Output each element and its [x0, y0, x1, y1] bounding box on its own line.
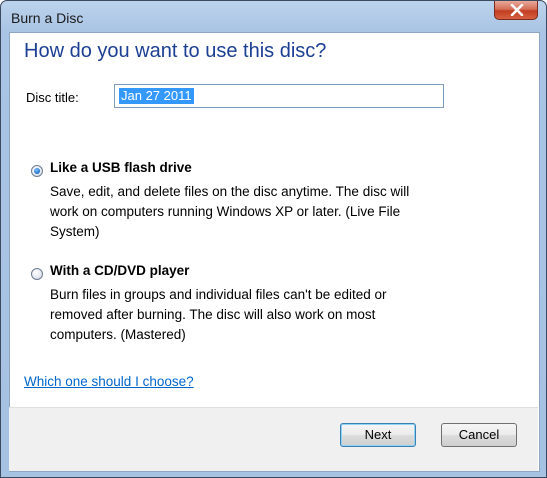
next-button[interactable]: Next: [340, 423, 416, 447]
disc-title-value: Jan 27 2011: [119, 88, 194, 104]
window-title: Burn a Disc: [11, 10, 84, 26]
description-line: System): [50, 224, 100, 239]
close-icon: [510, 4, 524, 16]
dialog-heading: How do you want to use this disc?: [24, 40, 327, 62]
cd-dvd-player-description: Burn files in groups and individual file…: [50, 285, 490, 345]
cd-dvd-player-radio[interactable]: [31, 268, 43, 280]
help-link[interactable]: Which one should I choose?: [24, 374, 194, 389]
disc-title-input[interactable]: Jan 27 2011: [114, 84, 444, 108]
disc-title-label: Disc title:: [26, 90, 79, 105]
usb-flash-drive-label[interactable]: Like a USB flash drive: [50, 160, 192, 175]
title-bar[interactable]: Burn a Disc: [1, 1, 546, 33]
description-line: work on computers running Windows XP or …: [50, 204, 401, 219]
usb-flash-drive-radio[interactable]: [31, 165, 43, 177]
close-button[interactable]: [494, 1, 538, 20]
description-line: Save, edit, and delete files on the disc…: [50, 184, 410, 199]
cd-dvd-player-label[interactable]: With a CD/DVD player: [50, 263, 189, 278]
usb-flash-drive-description: Save, edit, and delete files on the disc…: [50, 182, 490, 242]
cancel-button[interactable]: Cancel: [441, 423, 517, 447]
description-line: removed after burning. The disc will als…: [50, 307, 376, 322]
description-line: Burn files in groups and individual file…: [50, 287, 387, 302]
description-line: computers. (Mastered): [50, 327, 186, 342]
